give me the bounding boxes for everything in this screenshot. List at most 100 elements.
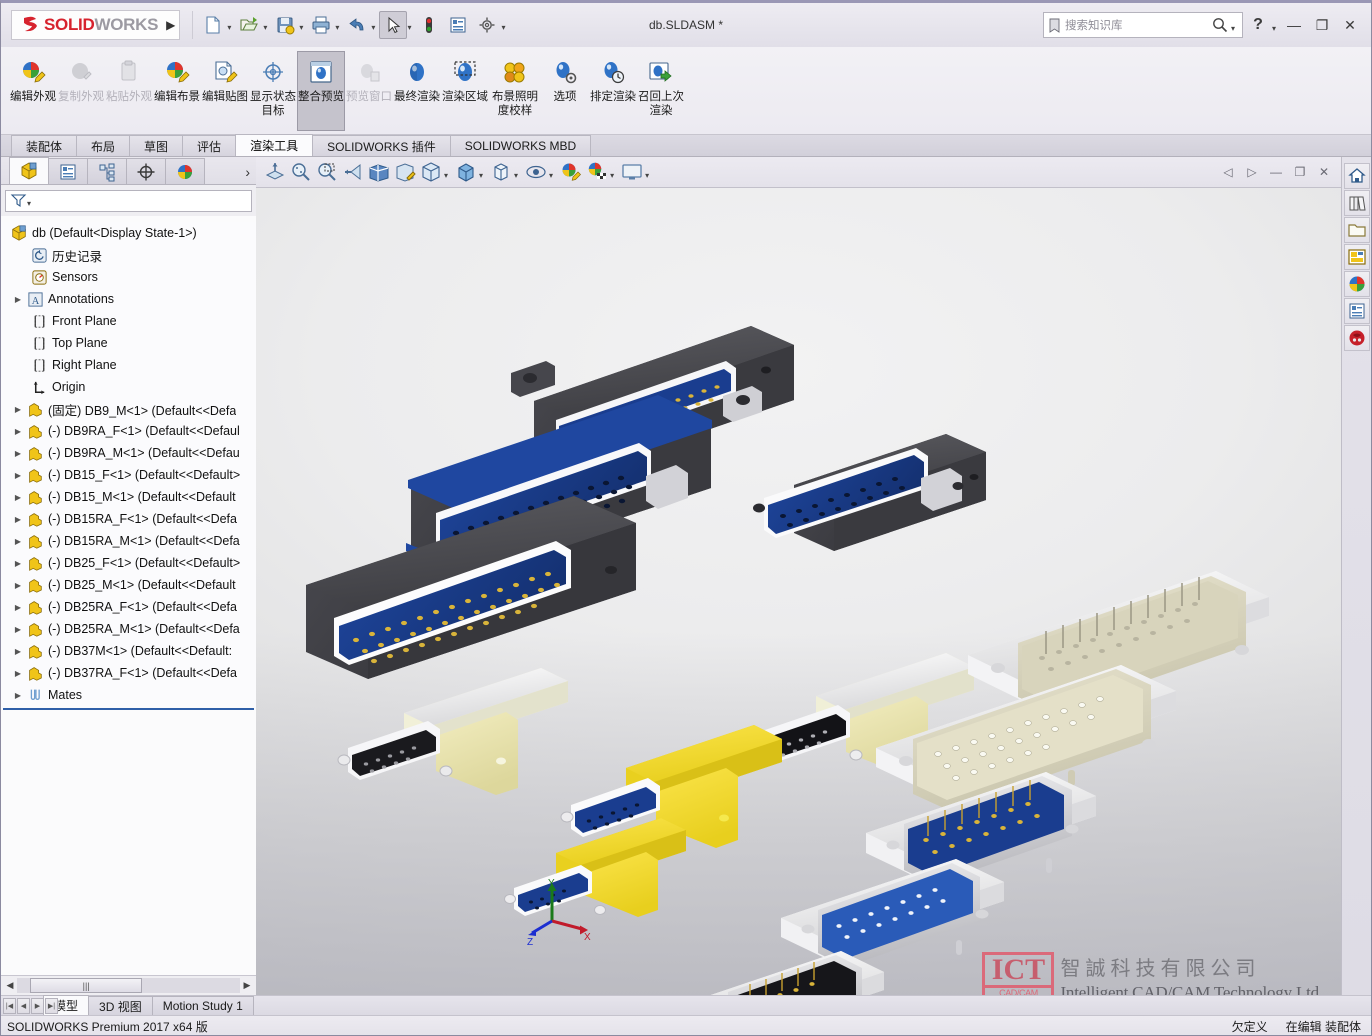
- bottom-tab-3d-views[interactable]: 3D 视图: [88, 996, 153, 1015]
- maximize-button[interactable]: ❐: [1309, 14, 1335, 36]
- select-caret-icon[interactable]: ▾: [407, 23, 411, 39]
- feature-manager-tab[interactable]: [9, 157, 49, 184]
- expand-arrow-icon[interactable]: ▶: [11, 295, 25, 304]
- open-document-button[interactable]: [235, 11, 263, 39]
- section-view-icon[interactable]: [262, 159, 288, 185]
- expand-arrow-icon[interactable]: ▶: [11, 625, 25, 634]
- tree-item-mates[interactable]: ▶ Mates: [1, 684, 256, 706]
- 3d-viewport[interactable]: X Y Z ICT CAD/CAM 智誠科技有限公司 Intelligent C…: [256, 187, 1341, 995]
- zoom-to-area-icon[interactable]: [314, 159, 340, 185]
- bottom-tab-motion-study[interactable]: Motion Study 1: [151, 996, 254, 1015]
- close-button[interactable]: ✕: [1337, 14, 1363, 36]
- view-palette-icon[interactable]: [1343, 244, 1370, 270]
- tree-item-db15-f[interactable]: ▶ (-) DB15_F<1> (Default<<Default>: [1, 464, 256, 486]
- zoom-to-fit-icon[interactable]: [288, 159, 314, 185]
- search-caret-icon[interactable]: ▾: [1231, 24, 1235, 37]
- scroll-right-arrow-icon[interactable]: ▶: [240, 980, 254, 991]
- configuration-manager-tab[interactable]: [87, 158, 127, 184]
- tree-item-db25ra-f[interactable]: ▶ (-) DB25RA_F<1> (Default<<Defa: [1, 596, 256, 618]
- tree-item-top-plane[interactable]: Top Plane: [1, 332, 256, 354]
- search-icon[interactable]: [1212, 17, 1228, 33]
- tree-item-db9ra-f[interactable]: ▶ (-) DB9RA_F<1> (Default<<Defaul: [1, 420, 256, 442]
- ribbon-button-scene-illumination-proof[interactable]: 布景照明度校样: [489, 51, 541, 131]
- gfx-prev-button[interactable]: ◁: [1217, 162, 1239, 182]
- tab-render-tools[interactable]: 渲染工具: [235, 134, 314, 156]
- filter-caret-icon[interactable]: ▾: [27, 199, 31, 211]
- previous-view-icon[interactable]: [340, 159, 366, 185]
- custom-properties-icon[interactable]: [1343, 298, 1370, 324]
- solidworks-forum-icon[interactable]: [1343, 325, 1370, 351]
- help-caret-icon[interactable]: ▾: [1272, 24, 1276, 38]
- expand-arrow-icon[interactable]: ▶: [11, 581, 25, 590]
- expand-arrow-icon[interactable]: ▶: [11, 537, 25, 546]
- tree-item-db37m[interactable]: ▶ (-) DB37M<1> (Default<<Default:: [1, 640, 256, 662]
- apply-scene-caret-icon[interactable]: ▾: [610, 165, 614, 180]
- edit-appearance-icon[interactable]: [558, 159, 584, 185]
- menu-expand-arrow-icon[interactable]: ▶: [166, 18, 175, 32]
- search-input[interactable]: 搜索知识库: [1065, 17, 1208, 33]
- ribbon-button-options[interactable]: 选项: [541, 51, 589, 131]
- new-document-button[interactable]: [199, 11, 227, 39]
- file-properties-button[interactable]: [444, 11, 472, 39]
- tree-item-right-plane[interactable]: Right Plane: [1, 354, 256, 376]
- ribbon-button-final-render[interactable]: 最终渲染: [393, 51, 441, 131]
- tree-item-history[interactable]: 历史记录: [1, 244, 256, 266]
- minimize-button[interactable]: —: [1281, 14, 1307, 36]
- ribbon-button-edit-decal[interactable]: 编辑贴图: [201, 51, 249, 131]
- gfx-restore-button[interactable]: ❐: [1289, 162, 1311, 182]
- gfx-next-button[interactable]: ▷: [1241, 162, 1263, 182]
- scroll-track[interactable]: |||: [17, 978, 240, 993]
- ribbon-button-recall-last-render[interactable]: 召回上次渲染: [637, 51, 685, 131]
- tab-layout[interactable]: 布局: [76, 135, 131, 156]
- ribbon-button-integrated-preview[interactable]: 整合预览: [297, 51, 345, 131]
- knowledge-search-box[interactable]: 搜索知识库 ▾: [1042, 12, 1243, 38]
- tree-item-db9ra-m[interactable]: ▶ (-) DB9RA_M<1> (Default<<Defau: [1, 442, 256, 464]
- options-caret-icon[interactable]: ▾: [501, 23, 505, 39]
- display-manager-tab[interactable]: [165, 158, 205, 184]
- scroll-thumb[interactable]: |||: [30, 978, 142, 993]
- hide-show-caret-icon[interactable]: ▾: [514, 165, 518, 180]
- dimxpert-manager-tab[interactable]: [126, 158, 166, 184]
- scroll-left-arrow-icon[interactable]: ◀: [3, 980, 17, 991]
- nav-next-button[interactable]: ▶: [31, 998, 44, 1014]
- tab-assembly[interactable]: 装配体: [11, 135, 78, 156]
- expand-arrow-icon[interactable]: ▶: [11, 471, 25, 480]
- view-settings-caret-icon[interactable]: ▾: [549, 165, 553, 180]
- tab-sketch[interactable]: 草图: [129, 135, 184, 156]
- view-orientation-cube-icon[interactable]: [418, 159, 444, 185]
- expand-arrow-icon[interactable]: ▶: [11, 405, 25, 414]
- tree-item-annotations[interactable]: ▶ A Annotations: [1, 288, 256, 310]
- nav-first-button[interactable]: |◀: [3, 998, 16, 1014]
- solidworks-logo[interactable]: SOLID WORKS ▶: [11, 10, 181, 40]
- undo-button[interactable]: [343, 11, 371, 39]
- appearances-scenes-icon[interactable]: [1343, 271, 1370, 297]
- section-cut-icon[interactable]: [392, 159, 418, 185]
- gfx-close-button[interactable]: ✕: [1313, 162, 1335, 182]
- tab-evaluate[interactable]: 评估: [182, 135, 237, 156]
- tree-item-db15ra-f[interactable]: ▶ (-) DB15RA_F<1> (Default<<Defa: [1, 508, 256, 530]
- ribbon-button-schedule-render[interactable]: 排定渲染: [589, 51, 637, 131]
- nav-prev-button[interactable]: ◀: [17, 998, 30, 1014]
- expand-arrow-icon[interactable]: ▶: [11, 515, 25, 524]
- save-document-button[interactable]: [271, 11, 299, 39]
- gfx-minimize-button[interactable]: —: [1265, 162, 1287, 182]
- tree-item-db15-m[interactable]: ▶ (-) DB15_M<1> (Default<<Default: [1, 486, 256, 508]
- apply-scene-icon[interactable]: [584, 159, 610, 185]
- print-document-button[interactable]: [307, 11, 335, 39]
- design-library-icon[interactable]: [1343, 190, 1370, 216]
- display-style-icon[interactable]: [453, 159, 479, 185]
- viewport-layout-icon[interactable]: [619, 159, 645, 185]
- ribbon-button-edit-appearance[interactable]: 编辑外观: [9, 51, 57, 131]
- display-style-caret-icon[interactable]: ▾: [479, 165, 483, 180]
- tree-item-db25-m[interactable]: ▶ (-) DB25_M<1> (Default<<Default: [1, 574, 256, 596]
- new-document-caret-icon[interactable]: ▾: [227, 23, 231, 39]
- solidworks-resources-icon[interactable]: [1343, 163, 1370, 189]
- hide-show-items-icon[interactable]: [488, 159, 514, 185]
- undo-caret-icon[interactable]: ▾: [371, 23, 375, 39]
- expand-arrow-icon[interactable]: ▶: [11, 427, 25, 436]
- select-tool-button[interactable]: [379, 11, 408, 39]
- tree-item-db37ra-f[interactable]: ▶ (-) DB37RA_F<1> (Default<<Defa: [1, 662, 256, 684]
- options-button[interactable]: [473, 11, 501, 39]
- tree-item-front-plane[interactable]: Front Plane: [1, 310, 256, 332]
- view-orientation-caret-icon[interactable]: ▾: [444, 165, 448, 180]
